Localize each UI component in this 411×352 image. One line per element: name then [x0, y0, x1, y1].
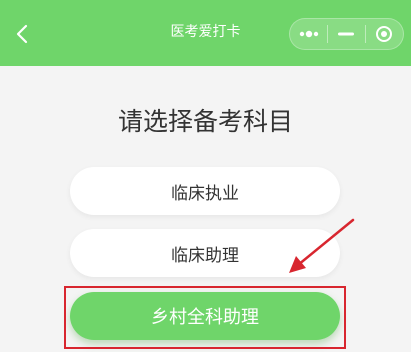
mini-program-capsule — [289, 18, 404, 50]
subject-prompt: 请选择备考科目 — [117, 107, 293, 136]
option-clinical-practice[interactable]: 临床执业 — [70, 167, 340, 215]
minimize-button[interactable] — [328, 19, 365, 49]
chevron-left-icon — [16, 24, 28, 44]
more-dots-icon — [299, 30, 318, 38]
back-button[interactable] — [8, 20, 36, 48]
target-icon — [376, 26, 393, 42]
option-clinical-assistant[interactable]: 临床助理 — [70, 229, 340, 277]
close-button[interactable] — [366, 19, 403, 49]
more-button[interactable] — [290, 19, 327, 49]
top-bar: 医考爱打卡 — [0, 0, 411, 66]
option-rural-general-assistant[interactable]: 乡村全科助理 — [70, 292, 340, 340]
minimize-icon — [338, 32, 355, 36]
